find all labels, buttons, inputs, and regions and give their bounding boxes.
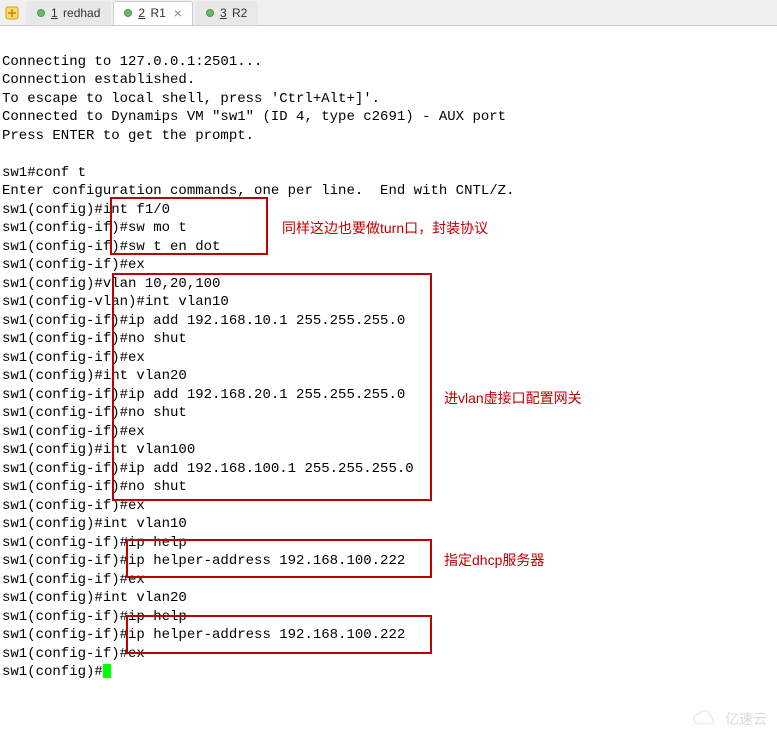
tab-label: 3 R2 bbox=[220, 6, 247, 20]
cloud-icon bbox=[689, 710, 721, 728]
terminal-output[interactable]: Connecting to 127.0.0.1:2501... Connecti… bbox=[0, 26, 777, 684]
tab-label: 1 redhad bbox=[51, 6, 100, 20]
watermark: 亿速云 bbox=[689, 709, 767, 729]
terminal-cursor bbox=[103, 664, 111, 678]
tab-r1[interactable]: 2 R1 × bbox=[113, 1, 193, 25]
status-dot-icon bbox=[124, 9, 132, 17]
add-tab-button[interactable] bbox=[2, 3, 22, 23]
close-icon[interactable]: × bbox=[174, 6, 182, 20]
status-dot-icon bbox=[37, 9, 45, 17]
status-dot-icon bbox=[206, 9, 214, 17]
tab-redhad[interactable]: 1 redhad bbox=[26, 1, 111, 25]
tab-bar: 1 redhad 2 R1 × 3 R2 bbox=[0, 0, 777, 26]
tab-r2[interactable]: 3 R2 bbox=[195, 1, 258, 25]
tab-label: 2 R1 bbox=[138, 6, 165, 20]
